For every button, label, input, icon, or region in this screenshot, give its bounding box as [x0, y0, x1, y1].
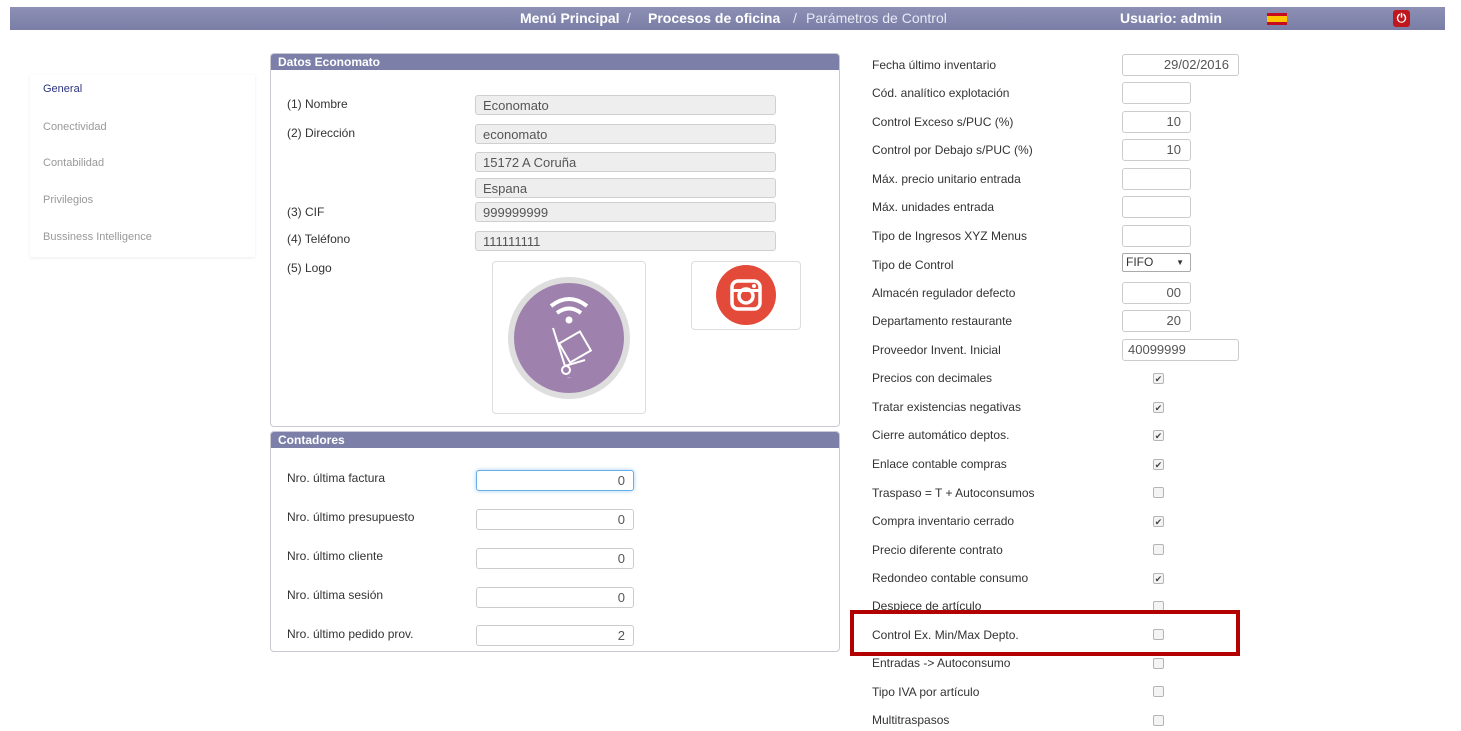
nombre-field[interactable]: Economato — [475, 95, 776, 115]
check-label: Cierre automático deptos. — [872, 428, 1010, 442]
precios-decimales-checkbox[interactable]: ✔ — [1153, 373, 1164, 384]
sidebar-item-contabilidad[interactable]: Contabilidad — [43, 157, 104, 169]
tipo-control-select[interactable]: FIFO ▼ — [1122, 253, 1191, 272]
direccion-line1-field[interactable]: economato — [475, 124, 776, 144]
ultimo-presupuesto-input[interactable]: 0 — [476, 509, 634, 530]
logo-image-box[interactable]: .. — [492, 261, 646, 414]
enlace-contable-checkbox[interactable]: ✔ — [1153, 459, 1164, 470]
proveedor-invent-input[interactable]: 40099999 — [1122, 339, 1239, 361]
setting-label: Control por Debajo s/PUC (%) — [872, 143, 1033, 157]
check-label: Traspaso = T + Autoconsumos — [872, 486, 1035, 500]
user-label: Usuario: admin — [1120, 10, 1222, 26]
entradas-autoconsumo-checkbox[interactable] — [1153, 658, 1164, 669]
breadcrumb-separator: / — [793, 10, 797, 26]
traspaso-autoconsumos-checkbox[interactable] — [1153, 487, 1164, 498]
fecha-inventario-input[interactable]: 29/02/2016 — [1122, 54, 1239, 76]
contador-label: Nro. última sesión — [287, 588, 384, 602]
control-debajo-input[interactable]: 10 — [1122, 139, 1191, 161]
sidebar-item-bussiness-intelligence[interactable]: Bussiness Intelligence — [43, 231, 152, 243]
ultimo-cliente-input[interactable]: 0 — [476, 548, 634, 569]
direccion-line2-field[interactable]: 15172 A Coruña — [475, 152, 776, 172]
check-label: Compra inventario cerrado — [872, 514, 1015, 528]
existencias-negativas-checkbox[interactable]: ✔ — [1153, 402, 1164, 413]
check-label: Enlace contable compras — [872, 457, 1007, 471]
setting-label: Cód. analítico explotación — [872, 86, 1010, 100]
control-exceso-input[interactable]: 10 — [1122, 111, 1191, 133]
redondeo-contable-checkbox[interactable]: ✔ — [1153, 573, 1164, 584]
svg-text:..: .. — [567, 373, 571, 380]
max-precio-input[interactable] — [1122, 168, 1191, 190]
contadores-panel: Contadores — [270, 431, 840, 652]
tipo-control-value: FIFO — [1126, 255, 1154, 269]
logo-label: (5) Logo — [287, 261, 332, 275]
setting-label: Proveedor Invent. Inicial — [872, 343, 1001, 357]
setting-label: Máx. precio unitario entrada — [872, 172, 1021, 186]
setting-label: Departamento restaurante — [872, 314, 1013, 328]
check-label: Precios con decimales — [872, 371, 993, 385]
precio-diferente-checkbox[interactable] — [1153, 544, 1164, 555]
departamento-restaurante-input[interactable]: 20 — [1122, 310, 1191, 332]
direccion-label: (2) Dirección — [287, 126, 356, 140]
check-label: Tratar existencias negativas — [872, 400, 1021, 414]
chevron-down-icon: ▼ — [1176, 258, 1184, 267]
contador-label: Nro. última factura — [287, 471, 386, 485]
cierre-automatico-checkbox[interactable]: ✔ — [1153, 430, 1164, 441]
check-label: Precio diferente contrato — [872, 543, 1003, 557]
spain-flag-icon[interactable] — [1267, 13, 1287, 25]
tipo-iva-checkbox[interactable] — [1153, 686, 1164, 697]
nombre-label: (1) Nombre — [287, 97, 348, 111]
check-label: Redondeo contable consumo — [872, 571, 1029, 585]
ultimo-pedido-prov-input[interactable]: 2 — [476, 625, 634, 646]
multitraspasos-checkbox[interactable] — [1153, 715, 1164, 726]
panel-title: Datos Economato — [271, 54, 839, 70]
breadcrumb-menu-principal[interactable]: Menú Principal — [520, 10, 620, 26]
setting-label: Fecha último inventario — [872, 58, 997, 72]
cod-analitico-input[interactable] — [1122, 82, 1191, 104]
setting-label: Tipo de Control — [872, 258, 954, 272]
contador-label: Nro. último presupuesto — [287, 510, 415, 524]
setting-label: Control Exceso s/PUC (%) — [872, 115, 1014, 129]
sidebar-item-general[interactable]: General — [43, 83, 82, 95]
sidebar-item-conectividad[interactable]: Conectividad — [43, 121, 107, 133]
highlight-box — [850, 610, 1240, 656]
power-icon[interactable]: ⏻ — [1393, 10, 1410, 27]
setting-label: Almacén regulador defecto — [872, 286, 1016, 300]
ultima-sesion-input[interactable]: 0 — [476, 587, 634, 608]
instagram-box[interactable] — [691, 261, 801, 330]
breadcrumb-parametros-control: Parámetros de Control — [806, 10, 947, 26]
setting-label: Tipo de Ingresos XYZ Menus — [872, 229, 1027, 243]
contador-label: Nro. último pedido prov. — [287, 627, 414, 641]
sidebar: General Conectividad Contabilidad Privil… — [30, 75, 255, 257]
top-bar: Menú Principal / Procesos de oficina / P… — [10, 7, 1445, 30]
check-label: Tipo IVA por artículo — [872, 685, 980, 699]
breadcrumb-separator: / — [627, 10, 631, 26]
setting-label: Máx. unidades entrada — [872, 200, 995, 214]
max-unidades-input[interactable] — [1122, 196, 1191, 218]
check-label: Entradas -> Autoconsumo — [872, 656, 1011, 670]
contador-label: Nro. último cliente — [287, 549, 384, 563]
sidebar-item-privilegios[interactable]: Privilegios — [43, 194, 93, 206]
direccion-line3-field[interactable]: Espana — [475, 178, 776, 198]
almacen-regulador-input[interactable]: 00 — [1122, 282, 1191, 304]
check-label: Multitraspasos — [872, 713, 950, 727]
cif-label: (3) CIF — [287, 205, 325, 219]
cif-field[interactable]: 999999999 — [475, 202, 776, 222]
tipo-ingresos-input[interactable] — [1122, 225, 1191, 247]
telefono-field[interactable]: 111111111 — [475, 231, 776, 251]
compra-inventario-checkbox[interactable]: ✔ — [1153, 516, 1164, 527]
panel-title: Contadores — [271, 432, 839, 448]
breadcrumb-procesos-oficina[interactable]: Procesos de oficina — [648, 10, 780, 26]
ultima-factura-input[interactable]: 0 — [476, 470, 634, 491]
instagram-icon — [716, 265, 776, 325]
logo-image: .. — [508, 277, 630, 399]
telefono-label: (4) Teléfono — [287, 232, 351, 246]
